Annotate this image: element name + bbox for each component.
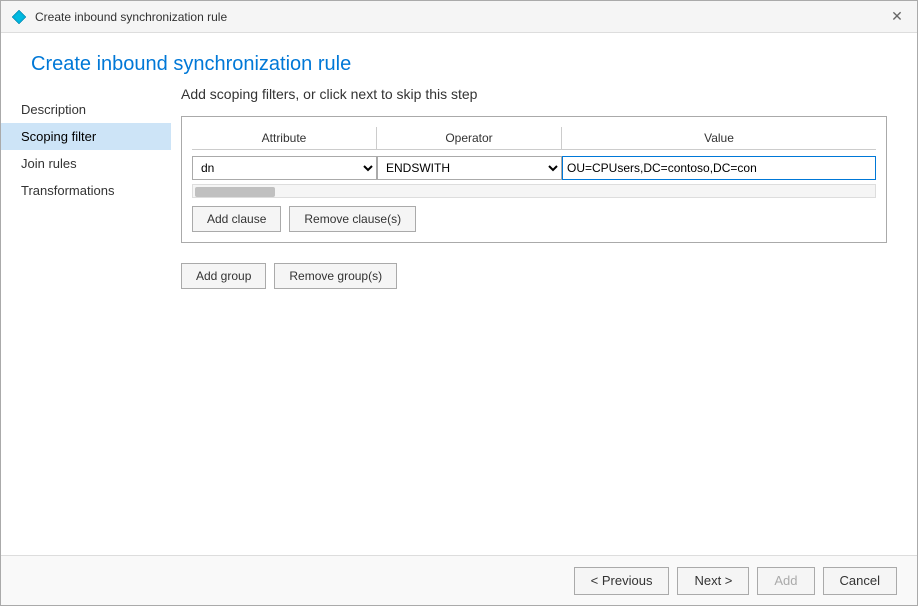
attribute-select[interactable]: dn xyxy=(192,156,377,180)
operator-select[interactable]: ENDSWITH xyxy=(377,156,562,180)
add-group-button[interactable]: Add group xyxy=(181,263,266,289)
section-subtitle: Add scoping filters, or click next to sk… xyxy=(181,86,887,102)
app-icon xyxy=(11,9,27,25)
page-title: Create inbound synchronization rule xyxy=(1,33,917,86)
sidebar-item-transformations[interactable]: Transformations xyxy=(1,177,171,204)
group-buttons: Add group Remove group(s) xyxy=(181,263,887,289)
main-body: Description Scoping filter Join rules Tr… xyxy=(1,86,917,555)
sidebar-item-join-rules[interactable]: Join rules xyxy=(1,150,171,177)
scrollbar-thumb xyxy=(195,187,275,197)
col-header-operator: Operator xyxy=(377,127,562,149)
add-clause-button[interactable]: Add clause xyxy=(192,206,281,232)
title-bar-left: Create inbound synchronization rule xyxy=(11,9,227,25)
footer: < Previous Next > Add Cancel xyxy=(1,555,917,605)
previous-button[interactable]: < Previous xyxy=(574,567,670,595)
remove-group-button[interactable]: Remove group(s) xyxy=(274,263,397,289)
cancel-button[interactable]: Cancel xyxy=(823,567,897,595)
remove-clause-button[interactable]: Remove clause(s) xyxy=(289,206,416,232)
value-input[interactable] xyxy=(562,156,876,180)
content-area: Create inbound synchronization rule Desc… xyxy=(1,33,917,605)
clause-buttons: Add clause Remove clause(s) xyxy=(192,206,876,232)
col-header-attribute: Attribute xyxy=(192,127,377,149)
close-button[interactable]: ✕ xyxy=(887,7,907,27)
next-button[interactable]: Next > xyxy=(677,567,749,595)
right-panel: Add scoping filters, or click next to sk… xyxy=(171,86,917,555)
filter-table-header: Attribute Operator Value xyxy=(192,127,876,150)
main-window: Create inbound synchronization rule ✕ Cr… xyxy=(0,0,918,606)
sidebar-item-description[interactable]: Description xyxy=(1,96,171,123)
filter-row: dn ENDSWITH xyxy=(192,156,876,180)
filter-box: Attribute Operator Value dn ENDSWITH xyxy=(181,116,887,243)
title-bar: Create inbound synchronization rule ✕ xyxy=(1,1,917,33)
window-title: Create inbound synchronization rule xyxy=(35,10,227,24)
sidebar: Description Scoping filter Join rules Tr… xyxy=(1,86,171,555)
col-header-value: Value xyxy=(562,127,876,149)
add-button[interactable]: Add xyxy=(757,567,814,595)
horizontal-scrollbar[interactable] xyxy=(192,184,876,198)
sidebar-item-scoping-filter[interactable]: Scoping filter xyxy=(1,123,171,150)
